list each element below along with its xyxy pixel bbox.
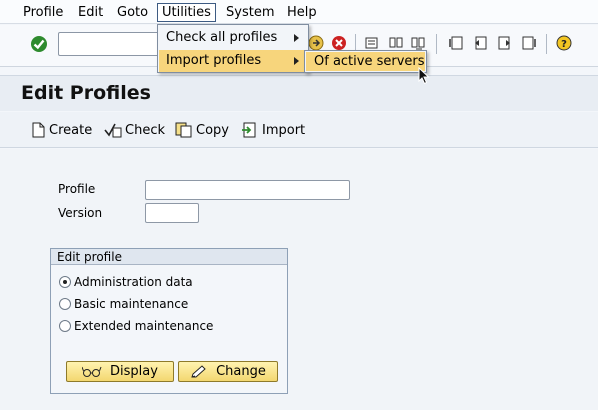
enter-check-icon[interactable] (30, 35, 48, 53)
import-label: Import (262, 122, 306, 138)
toolbar-separator (546, 34, 547, 54)
menu-item-check-all-profiles[interactable]: Check all profiles (159, 27, 307, 49)
radio-label: Extended maintenance (74, 319, 214, 333)
glasses-icon (82, 366, 102, 377)
menu-item-label: Import profiles (166, 53, 262, 68)
radio-label: Basic maintenance (74, 297, 189, 311)
menu-edit[interactable]: Edit (74, 3, 107, 22)
cancel-icon[interactable] (331, 35, 347, 51)
find-next-icon[interactable] (410, 35, 426, 51)
display-button[interactable]: Display (66, 361, 174, 382)
radio-extended-maintenance[interactable]: Extended maintenance (59, 318, 213, 334)
first-page-icon[interactable] (448, 35, 464, 51)
import-icon (242, 122, 256, 138)
title-bar: Edit Profiles (0, 75, 598, 111)
copy-label: Copy (196, 122, 229, 138)
copy-icon (175, 122, 192, 138)
import-button[interactable]: Import (241, 120, 305, 140)
submenu-arrow-icon (294, 57, 299, 65)
print-icon[interactable] (364, 35, 380, 51)
menu-item-label: Check all profiles (166, 30, 278, 45)
import-profiles-submenu: Of active servers (304, 50, 427, 73)
last-page-icon[interactable] (521, 35, 537, 51)
radio-basic-maintenance[interactable]: Basic maintenance (59, 296, 188, 312)
profile-input[interactable] (145, 180, 350, 200)
menu-profile[interactable]: Profile (19, 3, 67, 22)
page-title: Edit Profiles (21, 82, 151, 104)
menu-item-import-profiles[interactable]: Import profiles (159, 50, 307, 72)
find-icon[interactable] (388, 35, 404, 51)
radio-label: Administration data (74, 275, 193, 289)
display-label: Display (110, 364, 158, 379)
next-page-icon[interactable] (497, 35, 513, 51)
menu-help[interactable]: Help (283, 3, 321, 22)
check-icon (104, 123, 122, 138)
copy-button[interactable]: Copy (175, 120, 229, 140)
application-toolbar: Create Check Copy Import (0, 112, 598, 148)
help-icon[interactable]: ? (556, 35, 572, 51)
check-button[interactable]: Check (104, 120, 165, 140)
menu-bar: Profile Edit Goto Utilities System Help (0, 0, 598, 24)
toolbar-separator (436, 34, 437, 54)
pencil-icon (191, 364, 206, 377)
radio-button[interactable] (59, 298, 71, 310)
group-title: Edit profile (51, 249, 287, 265)
change-label: Change (216, 364, 266, 379)
check-label: Check (125, 122, 165, 138)
previous-page-icon[interactable] (472, 35, 488, 51)
radio-button[interactable] (59, 320, 71, 332)
submenu-arrow-icon (294, 34, 299, 42)
exit-icon[interactable] (308, 35, 324, 51)
menu-item-of-active-servers[interactable]: Of active servers (306, 52, 425, 71)
svg-text:?: ? (561, 39, 567, 50)
change-button[interactable]: Change (178, 361, 278, 382)
radio-button[interactable] (59, 276, 71, 288)
menu-system[interactable]: System (222, 3, 278, 22)
menu-goto[interactable]: Goto (113, 3, 152, 22)
radio-administration-data[interactable]: Administration data (59, 274, 193, 290)
mouse-cursor-icon (418, 67, 430, 85)
create-label: Create (49, 122, 93, 138)
version-input[interactable] (145, 203, 199, 223)
command-field[interactable] (58, 32, 168, 56)
profile-label: Profile (58, 182, 96, 196)
version-label: Version (58, 206, 103, 220)
utilities-dropdown: Check all profiles Import profiles (157, 24, 309, 73)
create-button[interactable]: Create (31, 120, 92, 140)
menu-utilities[interactable]: Utilities (157, 3, 216, 22)
new-document-icon (32, 122, 45, 138)
